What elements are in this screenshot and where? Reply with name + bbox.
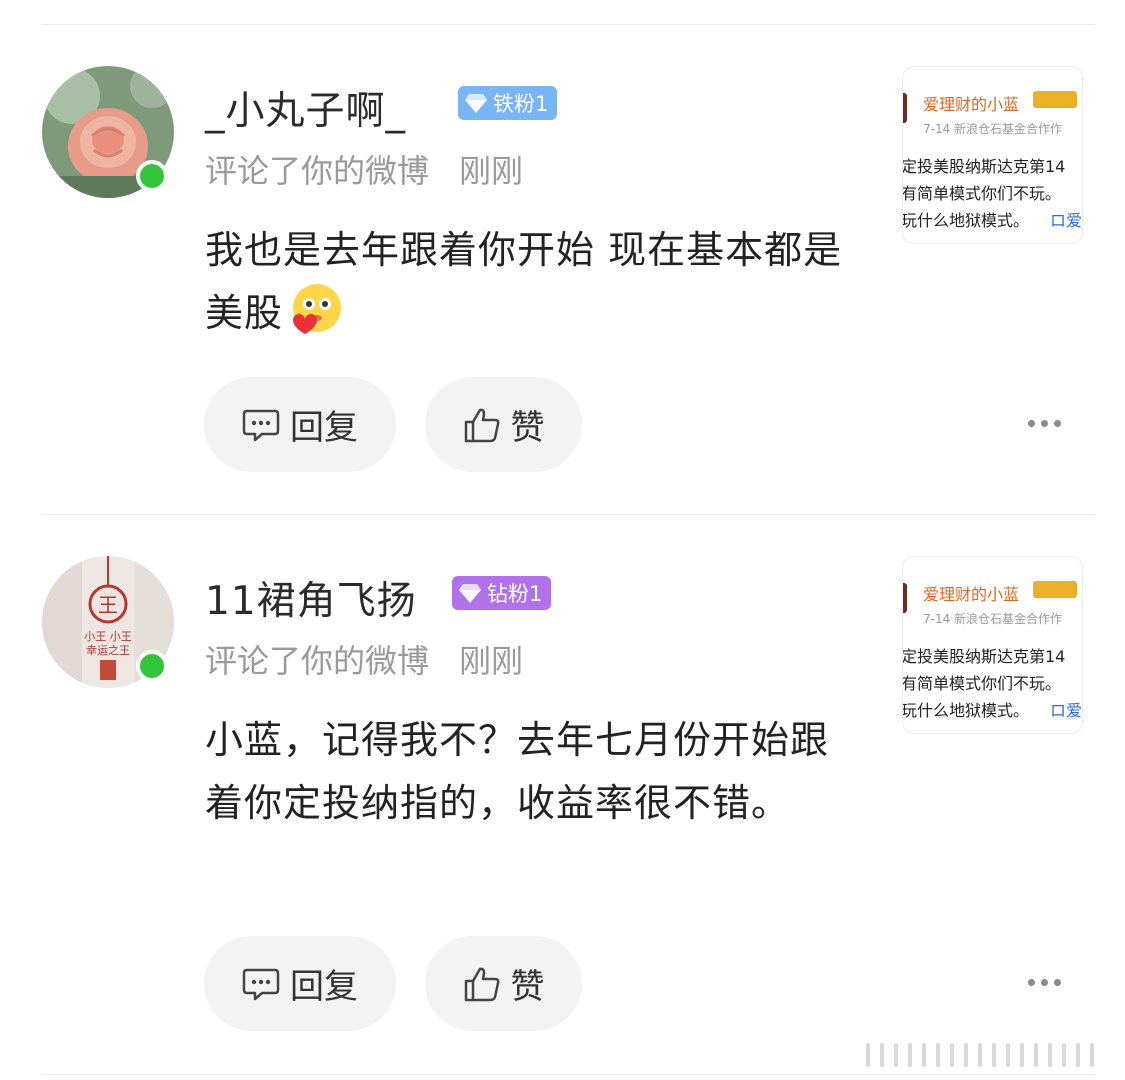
fan-badge[interactable]: 铁粉1 (458, 86, 558, 120)
comment-meta: 评论了你的微博 刚刚 (205, 636, 523, 682)
thumb-sub: 7-14 新浪仓石基金合作作 (923, 122, 1063, 136)
bottom-divider (42, 1074, 1095, 1075)
thumb-author: 爱理财的小蓝 (923, 95, 1020, 114)
like-label: 赞 (510, 408, 545, 448)
referenced-post-thumbnail[interactable]: 爱理财的小蓝 7-14 新浪仓石基金合作作 定投美股纳斯达克第14 有简单模式你… (902, 66, 1083, 244)
comment-bubble-icon (242, 968, 280, 1000)
meta-action: 评论了你的微博 (205, 152, 430, 190)
thumb-line: 定投美股纳斯达克第14 (902, 157, 1066, 176)
reply-label: 回复 (290, 967, 358, 1007)
meta-time: 刚刚 (459, 642, 524, 680)
thumb-author: 爱理财的小蓝 (923, 585, 1020, 604)
comment-content: 小蓝，记得我不？去年七月份开始跟着你定投纳指的，收益率很不错。 (205, 718, 830, 825)
like-label: 赞 (510, 967, 545, 1007)
meta-action: 评论了你的微博 (205, 642, 430, 680)
thumbs-up-icon (464, 967, 499, 1001)
comment-divider (42, 514, 1095, 515)
comment-content: 我也是去年跟着你开始 现在基本都是美股 (205, 219, 855, 345)
badge-label: 铁粉1 (493, 92, 549, 116)
more-options-button[interactable] (1028, 979, 1061, 986)
thumb-avatar-fragment (903, 93, 907, 123)
svg-text:幸运之王: 幸运之王 (86, 643, 130, 657)
meta-time: 刚刚 (459, 152, 524, 190)
svg-text:小王 小王: 小王 小王 (84, 630, 132, 643)
top-divider (42, 24, 1095, 25)
thumb-line: 有简单模式你们不玩。 (902, 674, 1062, 693)
thumb-line: 玩什么地狱模式。 (902, 211, 1030, 230)
thumb-link: ロ爱 (1050, 701, 1083, 720)
thumb-line: 有简单模式你们不玩。 (902, 184, 1062, 203)
reply-label: 回复 (290, 408, 358, 448)
comment-bubble-icon (242, 409, 280, 441)
reply-button[interactable]: 回复 (204, 377, 396, 472)
thumb-line: 定投美股纳斯达克第14 (902, 647, 1066, 666)
more-options-button[interactable] (1028, 420, 1061, 427)
thumb-link: ロ爱 (1050, 211, 1083, 230)
thumb-avatar-fragment (903, 583, 907, 613)
diamond-icon (465, 94, 487, 113)
diamond-icon (459, 584, 481, 603)
thumb-line: 玩什么地狱模式。 (902, 701, 1030, 720)
svg-text:王: 王 (98, 593, 118, 617)
fan-badge[interactable]: 钻粉1 (452, 576, 552, 610)
face-hearts-emoji-icon (293, 284, 342, 334)
referenced-post-thumbnail[interactable]: 爱理财的小蓝 7-14 新浪仓石基金合作作 定投美股纳斯达克第14 有简单模式你… (902, 556, 1083, 734)
watermark-bars (866, 1040, 1116, 1070)
thumb-sub: 7-14 新浪仓石基金合作作 (923, 612, 1063, 626)
username[interactable]: _小丸子啊_ (205, 80, 406, 136)
like-button[interactable]: 赞 (425, 936, 582, 1031)
online-status-dot (136, 650, 168, 682)
thumbs-up-icon (464, 408, 499, 442)
online-status-dot (136, 160, 168, 192)
crown-icon (1033, 91, 1077, 108)
badge-label: 钻粉1 (487, 582, 543, 606)
username[interactable]: 11裙角飞扬 (205, 570, 417, 626)
reply-button[interactable]: 回复 (204, 936, 396, 1031)
crown-icon (1033, 581, 1077, 598)
like-button[interactable]: 赞 (425, 377, 582, 472)
comment-meta: 评论了你的微博 刚刚 (205, 146, 523, 192)
